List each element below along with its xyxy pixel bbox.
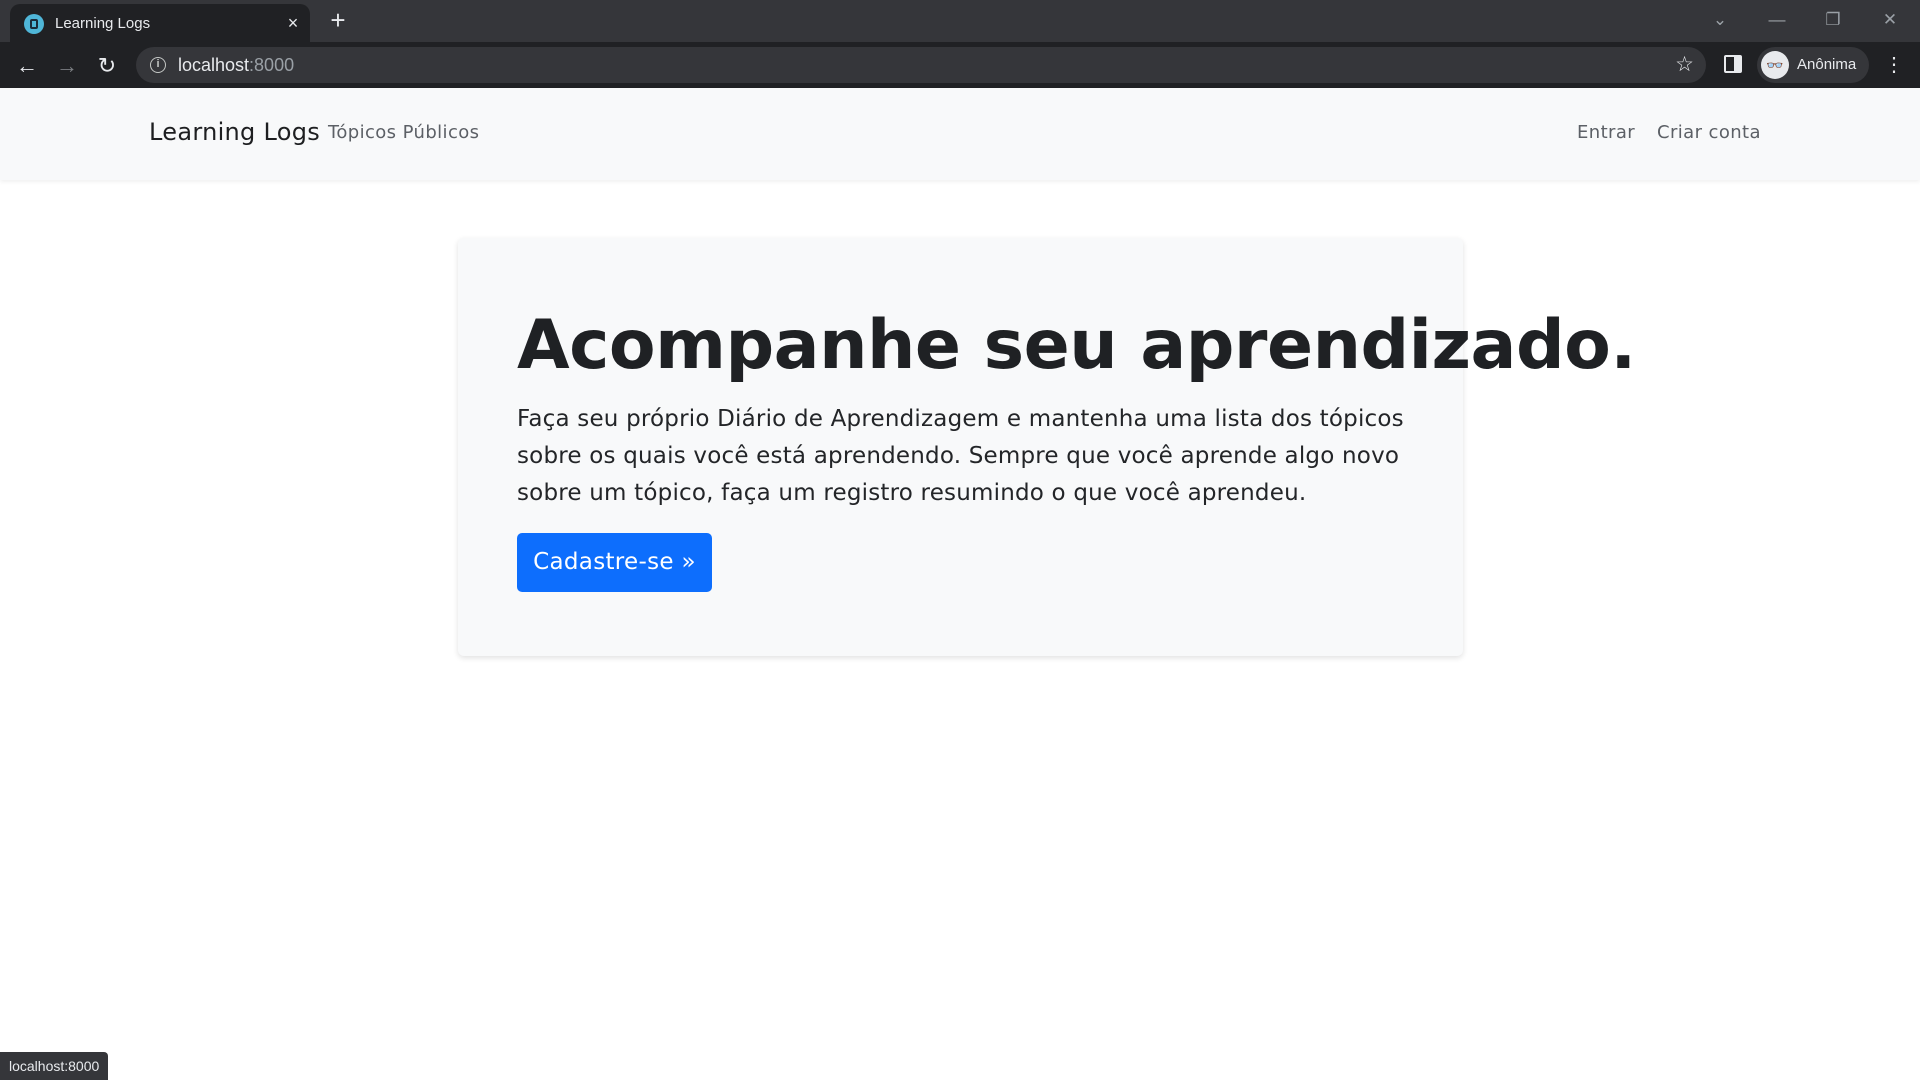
restore-icon[interactable]: ❐ xyxy=(1818,6,1848,34)
bookmark-star-icon[interactable]: ☆ xyxy=(1675,52,1694,77)
site-info-icon[interactable]: i xyxy=(150,57,166,73)
close-tab-icon[interactable]: × xyxy=(282,12,304,34)
nav-login[interactable]: Entrar xyxy=(1577,122,1635,143)
nav-register[interactable]: Criar conta xyxy=(1657,122,1761,143)
profile-button[interactable]: 👓 Anônima xyxy=(1757,47,1869,83)
profile-name: Anônima xyxy=(1797,56,1857,73)
tab-search-icon[interactable]: ⌄ xyxy=(1705,6,1735,34)
status-bar-url: localhost:8000 xyxy=(0,1052,109,1080)
browser-menu-icon[interactable]: ⋮ xyxy=(1884,52,1904,78)
address-bar[interactable]: i localhost:8000 ☆ xyxy=(136,47,1706,83)
hero-title: Acompanhe seu aprendizado. xyxy=(517,306,1636,385)
address-url[interactable]: localhost:8000 xyxy=(178,55,294,76)
site-navbar: Learning Logs Tópicos Públicos Entrar Cr… xyxy=(0,88,1920,180)
page-content: Learning Logs Tópicos Públicos Entrar Cr… xyxy=(0,88,1920,1080)
hero-description: Faça seu próprio Diário de Aprendizagem … xyxy=(517,406,1404,506)
minimize-icon[interactable]: — xyxy=(1762,6,1792,34)
address-port: :8000 xyxy=(249,55,295,75)
tab-learning-logs[interactable]: Learning Logs × xyxy=(10,4,310,42)
tab-title: Learning Logs xyxy=(55,15,151,32)
new-tab-icon[interactable]: + xyxy=(325,7,351,34)
address-host: localhost xyxy=(178,55,250,75)
browser-toolbar: ← → ↻ i localhost:8000 ☆ 👓 Anônima ⋮ xyxy=(0,42,1920,88)
nav-public-topics[interactable]: Tópicos Públicos xyxy=(328,122,479,143)
back-icon[interactable]: ← xyxy=(13,52,41,80)
hero-card: Acompanhe seu aprendizado. Faça seu próp… xyxy=(458,238,1636,656)
forward-icon[interactable]: → xyxy=(53,52,81,80)
tab-strip: Learning Logs × + ⌄ — ❐ ✕ xyxy=(0,0,1920,42)
window-close-icon[interactable]: ✕ xyxy=(1875,6,1905,34)
side-panel-icon[interactable] xyxy=(1724,55,1742,73)
favicon-icon xyxy=(24,14,44,34)
reload-icon[interactable]: ↻ xyxy=(93,52,121,80)
brand-link[interactable]: Learning Logs xyxy=(149,118,320,146)
incognito-icon: 👓 xyxy=(1761,51,1789,79)
signup-button[interactable]: Cadastre-se » xyxy=(517,533,712,592)
